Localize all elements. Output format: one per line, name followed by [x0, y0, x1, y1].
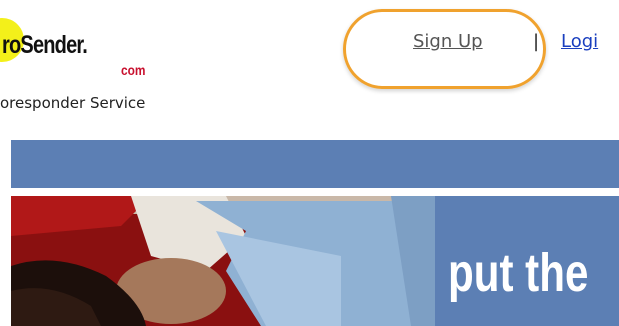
logo-dotcom: com	[121, 62, 146, 78]
link-separator: |	[533, 31, 540, 52]
site-tagline: oresponder Service	[0, 94, 146, 112]
site-logo[interactable]: roSender. com	[0, 18, 160, 88]
hero-headline: put the	[448, 243, 589, 303]
hero-banner: put the	[11, 196, 619, 326]
navigation-bar	[11, 140, 619, 188]
sign-up-link[interactable]: Sign Up	[413, 31, 483, 52]
login-link[interactable]: Logi	[561, 31, 598, 52]
hero-photo	[11, 196, 435, 326]
logo-wordmark: roSender.	[2, 31, 88, 59]
